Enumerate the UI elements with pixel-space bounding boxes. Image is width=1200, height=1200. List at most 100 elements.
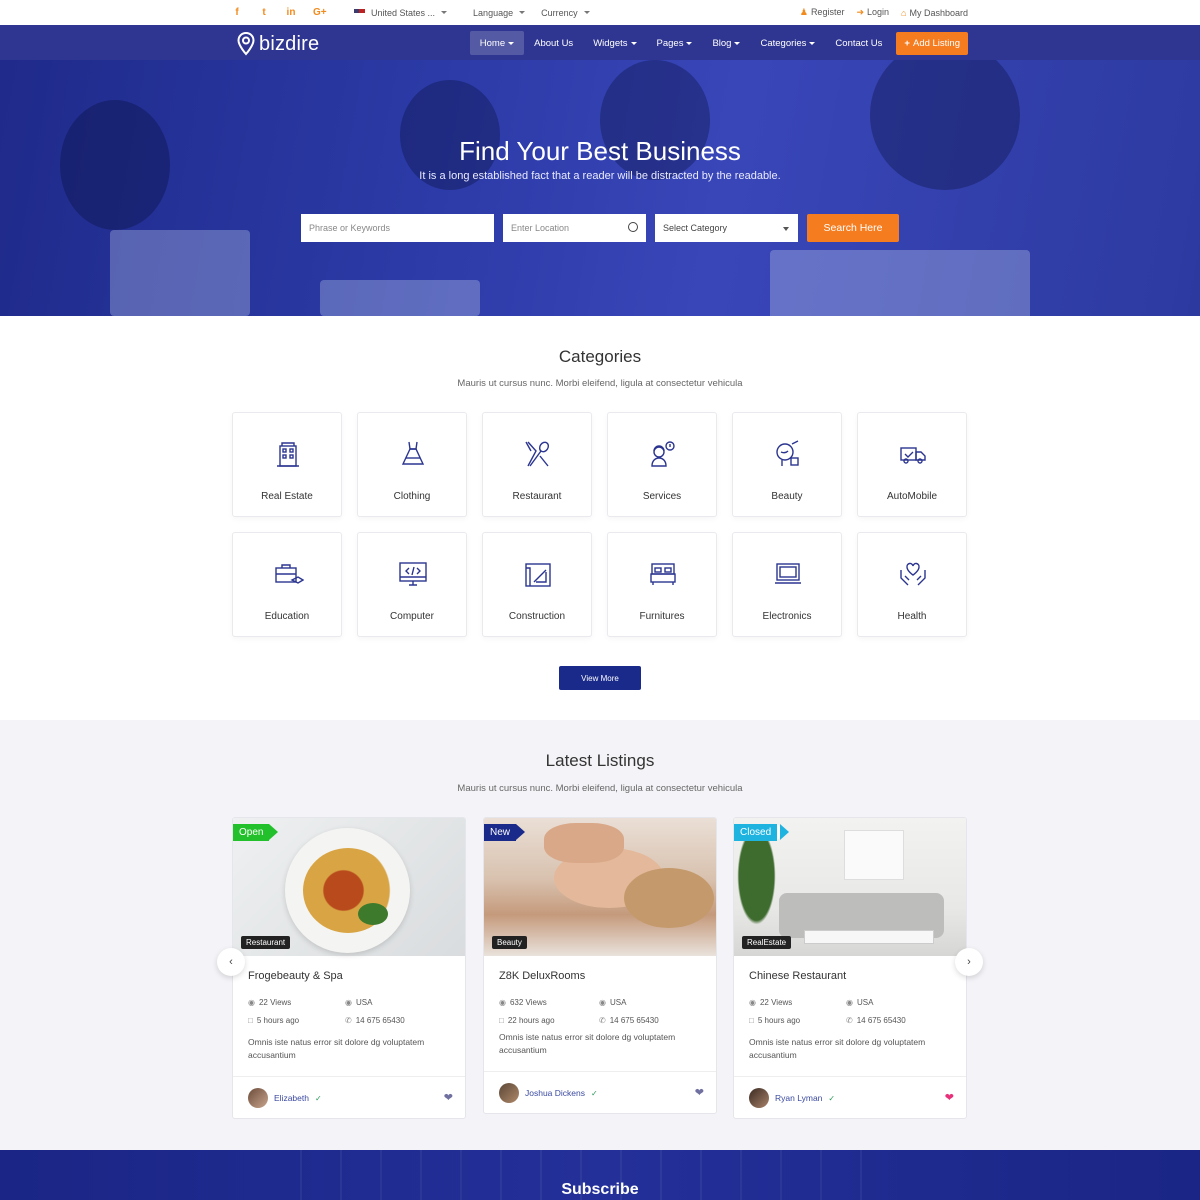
location-meta: ◉ USA bbox=[846, 998, 873, 1007]
subscribe-section: Subscribe bbox=[0, 1150, 1200, 1200]
listing-card[interactable]: New Beauty Z8K DeluxRooms ◉ 632 Views ◉ US… bbox=[483, 817, 717, 1114]
heart-icon[interactable]: ❤ bbox=[444, 1091, 453, 1104]
google-plus-icon[interactable]: G+ bbox=[313, 7, 327, 18]
linkedin-icon[interactable]: in bbox=[286, 7, 296, 18]
location-text: USA bbox=[856, 998, 874, 1007]
keyword-input[interactable]: Phrase or Keywords bbox=[301, 214, 494, 242]
category-label: Construction bbox=[508, 611, 566, 622]
add-listing-button[interactable]: + Add Listing bbox=[896, 31, 968, 55]
view-more-button[interactable]: View More bbox=[559, 666, 641, 690]
listing-title[interactable]: Z8K DeluxRooms bbox=[499, 970, 585, 982]
login-link[interactable]: ➜ Login bbox=[856, 7, 889, 18]
language-dropdown[interactable]: Language bbox=[473, 8, 525, 18]
author[interactable]: Joshua Dickens ✓ bbox=[499, 1083, 598, 1103]
login-icon: ➜ bbox=[856, 7, 864, 17]
author[interactable]: Ryan Lyman ✓ bbox=[749, 1088, 835, 1108]
location-pin-icon: ◉ bbox=[345, 998, 352, 1007]
category-card-automobile[interactable]: AutoMobile bbox=[857, 412, 967, 517]
logo[interactable]: bizdire bbox=[236, 32, 319, 56]
nav-item-categories[interactable]: Categories bbox=[750, 31, 825, 55]
register-link[interactable]: ♟ Register bbox=[800, 7, 845, 18]
currency-dropdown[interactable]: Currency bbox=[541, 8, 590, 18]
time-meta: □ 22 hours ago bbox=[499, 1016, 555, 1025]
category-card-clothing[interactable]: Clothing bbox=[357, 412, 467, 517]
subscribe-title: Subscribe bbox=[561, 1181, 639, 1198]
chevron-down-icon bbox=[783, 227, 789, 231]
hero-background-laptop bbox=[770, 250, 1030, 316]
category-card-computer[interactable]: Computer bbox=[357, 532, 467, 637]
chevron-down-icon bbox=[438, 8, 447, 18]
crosshair-icon[interactable] bbox=[628, 222, 638, 232]
truck-icon bbox=[900, 447, 926, 464]
category-label: Beauty bbox=[771, 491, 803, 502]
time-text: 22 hours ago bbox=[507, 1016, 555, 1025]
category-label: Furnitures bbox=[639, 611, 685, 622]
author-name: Joshua Dickens bbox=[525, 1088, 586, 1098]
category-card-real-estate[interactable]: Real Estate bbox=[232, 412, 342, 517]
badge-arrow bbox=[269, 824, 278, 840]
author[interactable]: Elizabeth ✓ bbox=[248, 1088, 322, 1108]
category-card-health[interactable]: Health bbox=[857, 532, 967, 637]
category-card-furnitures[interactable]: Furnitures bbox=[607, 532, 717, 637]
phone-icon: ✆ bbox=[846, 1016, 853, 1025]
badge-arrow bbox=[516, 824, 525, 840]
views-meta: ◉ 632 Views bbox=[499, 998, 547, 1007]
category-card-education[interactable]: Education bbox=[232, 532, 342, 637]
category-tag: Beauty bbox=[492, 936, 527, 949]
heart-icon[interactable]: ❤ bbox=[945, 1091, 954, 1104]
nav-item-contact[interactable]: Contact Us bbox=[825, 31, 892, 55]
categories-subtitle: Mauris ut cursus nunc. Morbi eleifend, l… bbox=[457, 378, 743, 389]
time-meta: □ 5 hours ago bbox=[749, 1016, 800, 1025]
carousel-next-button[interactable]: › bbox=[955, 948, 983, 976]
listings-subtitle: Mauris ut cursus nunc. Morbi eleifend, l… bbox=[457, 783, 743, 794]
nav-item-about[interactable]: About Us bbox=[524, 31, 583, 55]
hair-image bbox=[624, 868, 714, 928]
education-icon bbox=[275, 564, 304, 584]
twitter-icon[interactable]: t bbox=[259, 7, 269, 18]
status-badge: Open bbox=[233, 824, 279, 841]
time-meta: □ 5 hours ago bbox=[248, 1016, 299, 1025]
heart-icon[interactable]: ❤ bbox=[695, 1086, 704, 1099]
views-count: 22 Views bbox=[258, 998, 292, 1007]
category-card-restaurant[interactable]: Restaurant bbox=[482, 412, 592, 517]
avatar bbox=[749, 1088, 769, 1108]
facebook-icon[interactable]: f bbox=[232, 7, 242, 18]
listing-card[interactable]: Closed RealEstate Chinese Restaurant ◉ 22… bbox=[733, 817, 967, 1119]
dashboard-link[interactable]: ⌂ My Dashboard bbox=[901, 8, 968, 18]
monitor-code-icon bbox=[399, 562, 427, 586]
nav-item-widgets[interactable]: Widgets bbox=[583, 31, 646, 55]
phone-text: 14 675 65430 bbox=[609, 1016, 659, 1025]
category-label: Computer bbox=[390, 611, 434, 622]
location-meta: ◉ USA bbox=[345, 998, 372, 1007]
category-card-services[interactable]: Services bbox=[607, 412, 717, 517]
eye-icon: ◉ bbox=[248, 998, 255, 1007]
search-button[interactable]: Search Here bbox=[807, 214, 899, 242]
location-placeholder: Enter Location bbox=[511, 223, 570, 233]
hero-subtitle: It is a long established fact that a rea… bbox=[419, 170, 781, 182]
home-icon: ⌂ bbox=[901, 7, 907, 18]
listing-card[interactable]: Open Restaurant Frogebeauty & Spa ◉ 22 Vi… bbox=[232, 817, 466, 1119]
main-navbar: bizdire Home About Us Widgets Pages Blog… bbox=[0, 25, 1200, 60]
country-dropdown[interactable]: United States ... bbox=[354, 8, 447, 18]
nav-item-pages[interactable]: Pages bbox=[647, 31, 703, 55]
verified-icon: ✓ bbox=[828, 1093, 836, 1103]
category-card-electronics[interactable]: Electronics bbox=[732, 532, 842, 637]
phone-text: 14 675 65430 bbox=[355, 1016, 405, 1025]
category-card-beauty[interactable]: Beauty bbox=[732, 412, 842, 517]
listing-title[interactable]: Frogebeauty & Spa bbox=[248, 970, 343, 982]
category-card-construction[interactable]: Construction bbox=[482, 532, 592, 637]
nav-item-blog[interactable]: Blog bbox=[702, 31, 750, 55]
nav-item-home[interactable]: Home bbox=[469, 31, 525, 55]
carousel-prev-button[interactable]: ‹ bbox=[217, 948, 245, 976]
category-select[interactable]: Select Category bbox=[655, 214, 798, 242]
page: f t in G+ United States ... Language Cur… bbox=[0, 0, 1200, 1200]
chevron-right-icon: › bbox=[967, 956, 971, 968]
time-text: 5 hours ago bbox=[256, 1016, 300, 1025]
listing-description: Omnis iste natus error sit dolore dg vol… bbox=[749, 1037, 926, 1060]
heart-hands-icon bbox=[900, 562, 926, 586]
currency-label: Currency bbox=[541, 7, 578, 18]
plus-icon: + bbox=[904, 37, 910, 49]
location-input[interactable]: Enter Location bbox=[503, 214, 646, 242]
listing-title[interactable]: Chinese Restaurant bbox=[749, 970, 846, 982]
phone-icon: ✆ bbox=[599, 1016, 606, 1025]
